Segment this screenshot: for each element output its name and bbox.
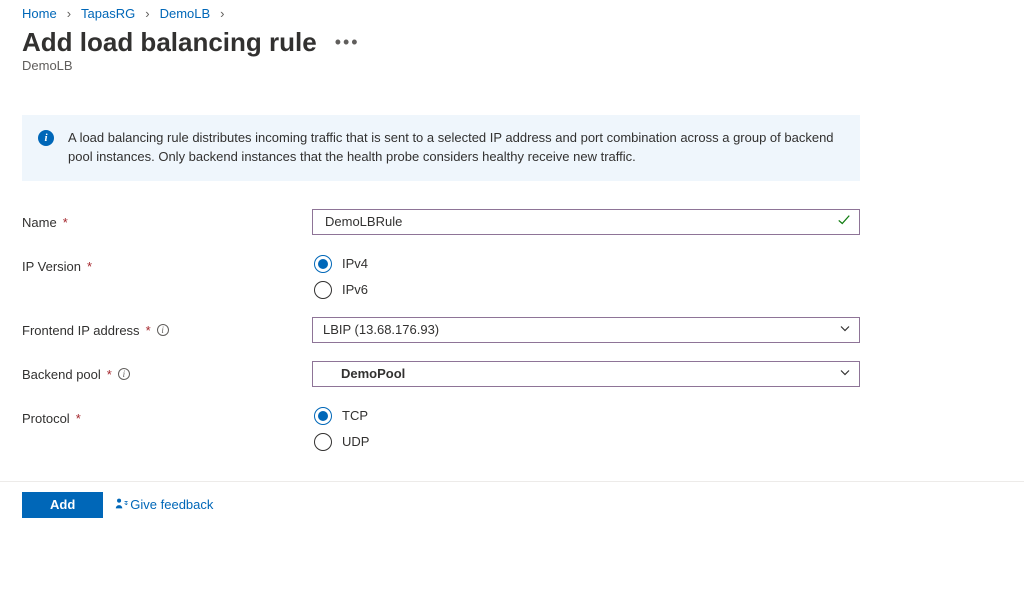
required-star-icon: * xyxy=(107,367,112,382)
ip-version-ipv6-radio[interactable]: IPv6 xyxy=(314,281,860,299)
field-name: Name * xyxy=(22,209,860,235)
label-text: IP Version xyxy=(22,259,81,274)
breadcrumb-resource[interactable]: DemoLB xyxy=(160,6,211,21)
radio-icon xyxy=(314,433,332,451)
field-name-label: Name * xyxy=(22,209,312,230)
protocol-udp-radio[interactable]: UDP xyxy=(314,433,860,451)
required-star-icon: * xyxy=(76,411,81,426)
breadcrumb-home[interactable]: Home xyxy=(22,6,57,21)
feedback-icon xyxy=(115,497,128,513)
info-icon[interactable]: i xyxy=(157,324,169,336)
add-button[interactable]: Add xyxy=(22,492,103,518)
name-input[interactable] xyxy=(323,213,831,230)
chevron-down-icon xyxy=(839,366,851,381)
field-ip-version: IP Version * IPv4 IPv6 xyxy=(22,253,860,299)
info-icon[interactable]: i xyxy=(118,368,130,380)
breadcrumb: Home › TapasRG › DemoLB › xyxy=(22,4,1002,27)
feedback-link-text: Give feedback xyxy=(130,497,213,512)
give-feedback-link[interactable]: Give feedback xyxy=(115,497,213,513)
footer: Add Give feedback xyxy=(0,482,1024,528)
field-ip-version-label: IP Version * xyxy=(22,253,312,274)
check-icon xyxy=(837,213,851,231)
ip-version-radio-group: IPv4 IPv6 xyxy=(312,253,860,299)
form: Name * IP Version * xyxy=(22,209,860,451)
protocol-tcp-radio[interactable]: TCP xyxy=(314,407,860,425)
label-text: Frontend IP address xyxy=(22,323,140,338)
select-value: DemoPool xyxy=(323,366,405,381)
page-title: Add load balancing rule xyxy=(22,27,317,58)
radio-icon xyxy=(314,281,332,299)
required-star-icon: * xyxy=(63,215,68,230)
info-banner-text: A load balancing rule distributes incomi… xyxy=(68,129,842,167)
name-input-wrapper xyxy=(312,209,860,235)
field-backend-pool-label: Backend pool * i xyxy=(22,361,312,382)
chevron-right-icon: › xyxy=(145,6,149,21)
label-text: Name xyxy=(22,215,57,230)
backend-pool-select[interactable]: DemoPool xyxy=(312,361,860,387)
ip-version-ipv4-radio[interactable]: IPv4 xyxy=(314,255,860,273)
chevron-down-icon xyxy=(839,322,851,337)
label-text: Backend pool xyxy=(22,367,101,382)
more-menu-icon[interactable]: ••• xyxy=(335,32,360,53)
protocol-radio-group: TCP UDP xyxy=(312,405,860,451)
select-value: LBIP (13.68.176.93) xyxy=(323,322,439,337)
chevron-right-icon: › xyxy=(67,6,71,21)
radio-icon xyxy=(314,255,332,273)
required-star-icon: * xyxy=(146,323,151,338)
breadcrumb-rg[interactable]: TapasRG xyxy=(81,6,135,21)
info-banner: i A load balancing rule distributes inco… xyxy=(22,115,860,181)
label-text: Protocol xyxy=(22,411,70,426)
field-backend-pool: Backend pool * i DemoPool xyxy=(22,361,860,387)
radio-label: IPv4 xyxy=(342,256,368,271)
chevron-right-icon: › xyxy=(220,6,224,21)
radio-icon xyxy=(314,407,332,425)
radio-label: TCP xyxy=(342,408,368,423)
field-protocol: Protocol * TCP UDP xyxy=(22,405,860,451)
field-frontend-ip-label: Frontend IP address * i xyxy=(22,317,312,338)
info-icon: i xyxy=(38,130,54,146)
required-star-icon: * xyxy=(87,259,92,274)
field-protocol-label: Protocol * xyxy=(22,405,312,426)
frontend-ip-select[interactable]: LBIP (13.68.176.93) xyxy=(312,317,860,343)
field-frontend-ip: Frontend IP address * i LBIP (13.68.176.… xyxy=(22,317,860,343)
page-subtitle: DemoLB xyxy=(22,58,1002,73)
radio-label: UDP xyxy=(342,434,369,449)
radio-label: IPv6 xyxy=(342,282,368,297)
